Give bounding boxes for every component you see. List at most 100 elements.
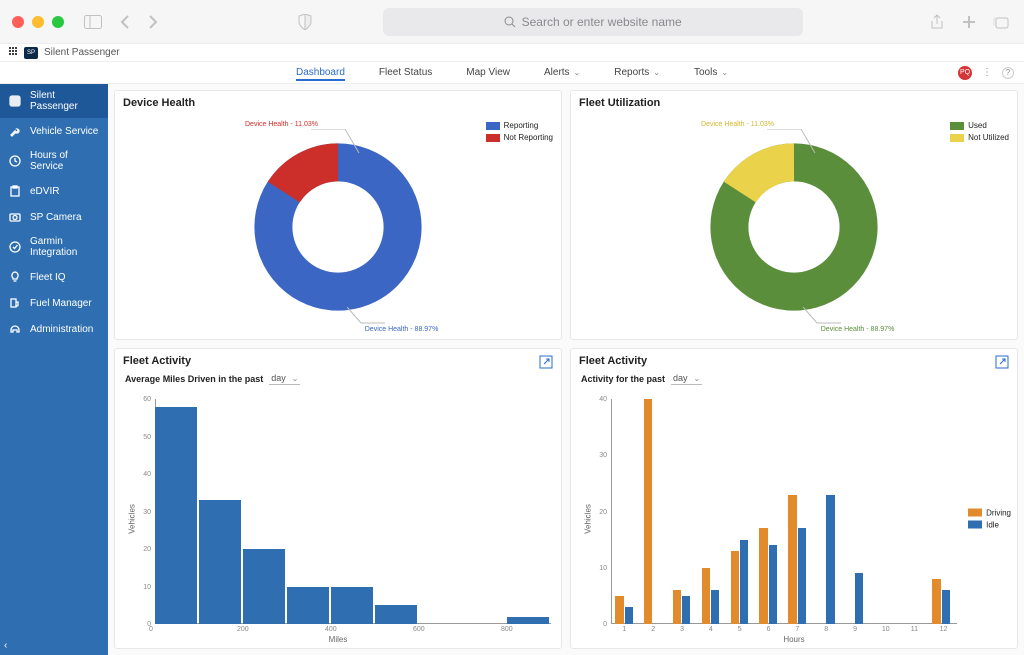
bar [788, 495, 796, 624]
sidebar-item-label: Silent Passenger [30, 90, 100, 112]
sidebar-item-fleet-iq[interactable]: Fleet IQ [0, 264, 108, 290]
sidebar-item-silent-passenger[interactable]: Silent Passenger [0, 84, 108, 118]
window-controls [12, 16, 64, 28]
panel-activity-hours: Fleet Activity Activity for the past day… [570, 348, 1018, 649]
sidebar-item-fuel-manager[interactable]: Fuel Manager [0, 290, 108, 316]
tab-title[interactable]: Silent Passenger [44, 47, 120, 58]
donut-major-label: Device Health - 88.97% [821, 326, 895, 333]
bar-chart-hours: 010203040123456789101112 [611, 399, 957, 624]
donut-minor-label: Device Health - 11.03% [701, 121, 774, 128]
sidebar-item-sp-camera[interactable]: SP Camera [0, 204, 108, 230]
bar [199, 500, 241, 624]
more-menu-icon[interactable]: ⋮ [982, 67, 992, 78]
nav-alerts[interactable]: Alerts⌄ [544, 64, 580, 81]
x-axis-label: Hours [783, 635, 804, 644]
bar [615, 596, 623, 624]
legend-swatch [486, 122, 500, 130]
expand-panel-icon[interactable] [995, 355, 1009, 369]
address-bar[interactable]: Search or enter website name [383, 8, 803, 36]
chevron-down-icon: ⌄ [653, 68, 660, 77]
avatar[interactable]: PQ [958, 66, 972, 80]
sidebar-collapse-icon[interactable]: ‹ [4, 640, 7, 651]
leader-line [767, 129, 827, 159]
help-icon[interactable]: ? [1002, 67, 1014, 79]
bar [682, 596, 690, 624]
lightbulb-icon [8, 270, 22, 284]
sidebar: Silent Passenger Vehicle Service Hours of … [0, 84, 108, 655]
app-shell: Silent Passenger Vehicle Service Hours of … [0, 84, 1024, 655]
address-placeholder: Search or enter website name [522, 15, 682, 29]
bar-chart-miles: 01020304050600200400600800 [155, 399, 551, 624]
tabs-overview-icon[interactable] [990, 11, 1012, 33]
legend-swatch [950, 122, 964, 130]
fuel-icon [8, 296, 22, 310]
sidebar-item-hours-of-service[interactable]: Hours of Service [0, 144, 108, 178]
share-icon[interactable] [926, 11, 948, 33]
sidebar-item-label: Administration [30, 324, 93, 335]
app-icon [8, 94, 22, 108]
maximize-window-button[interactable] [52, 16, 64, 28]
panel-title: Fleet Activity [115, 349, 561, 373]
panel-title: Fleet Utilization [571, 91, 1017, 115]
sidebar-toggle-icon[interactable] [82, 11, 104, 33]
chevron-down-icon: ⌄ [694, 374, 701, 383]
camera-icon [8, 210, 22, 224]
check-circle-icon [8, 240, 22, 254]
legend-swatch [968, 521, 982, 529]
shield-icon[interactable] [294, 11, 316, 33]
chevron-down-icon: ⌄ [292, 374, 299, 383]
bar [798, 528, 806, 624]
bar [826, 495, 834, 624]
browser-nav [114, 11, 164, 33]
browser-tab-bar: SP Silent Passenger [0, 44, 1024, 62]
panel-subheader: Activity for the past day⌄ [571, 373, 1017, 389]
bar [644, 399, 652, 624]
wrench-icon [8, 124, 22, 138]
bar [155, 407, 197, 625]
close-window-button[interactable] [12, 16, 24, 28]
browser-chrome: Search or enter website name [0, 0, 1024, 44]
minimize-window-button[interactable] [32, 16, 44, 28]
new-tab-icon[interactable] [958, 11, 980, 33]
app-grid-icon[interactable] [8, 46, 18, 59]
bar [507, 617, 549, 625]
leader-line [803, 307, 843, 327]
nav-fleet-status[interactable]: Fleet Status [379, 64, 432, 81]
bar [625, 607, 633, 624]
bar [759, 528, 767, 624]
sidebar-item-edvir[interactable]: eDVIR [0, 178, 108, 204]
legend-device-health: Reporting Not Reporting [486, 121, 553, 142]
bar [855, 573, 863, 624]
sidebar-item-label: Hours of Service [30, 150, 100, 172]
legend-swatch [968, 509, 982, 517]
panel-device-health: Device Health Reporting Not Reporting De… [114, 90, 562, 340]
nav-dashboard[interactable]: Dashboard [296, 64, 345, 81]
expand-panel-icon[interactable] [539, 355, 553, 369]
dashboard-grid: Device Health Reporting Not Reporting De… [108, 84, 1024, 655]
bar [375, 605, 417, 624]
clock-icon [8, 154, 22, 168]
sidebar-item-label: Fuel Manager [30, 298, 92, 309]
donut-device-health [243, 132, 433, 322]
bar [711, 590, 719, 624]
nav-reports[interactable]: Reports⌄ [614, 64, 660, 81]
sidebar-item-label: eDVIR [30, 186, 59, 197]
headset-icon [8, 322, 22, 336]
sidebar-item-vehicle-service[interactable]: Vehicle Service [0, 118, 108, 144]
bar [673, 590, 681, 624]
nav-tools[interactable]: Tools⌄ [694, 64, 728, 81]
panel-avg-miles: Fleet Activity Average Miles Driven in t… [114, 348, 562, 649]
period-select[interactable]: day⌄ [671, 373, 702, 385]
legend-swatch [486, 134, 500, 142]
legend-activity: Driving Idle [968, 508, 1011, 529]
top-nav: Dashboard Fleet Status Map View Alerts⌄ … [0, 62, 1024, 84]
donut-minor-label: Device Health - 11.03% [245, 121, 318, 128]
period-select[interactable]: day⌄ [269, 373, 300, 385]
nav-map-view[interactable]: Map View [466, 64, 510, 81]
tab-favicon: SP [24, 47, 38, 59]
forward-icon[interactable] [142, 11, 164, 33]
sidebar-item-garmin-integration[interactable]: Garmin Integration [0, 230, 108, 264]
back-icon[interactable] [114, 11, 136, 33]
bar [243, 549, 285, 624]
sidebar-item-administration[interactable]: Administration [0, 316, 108, 342]
